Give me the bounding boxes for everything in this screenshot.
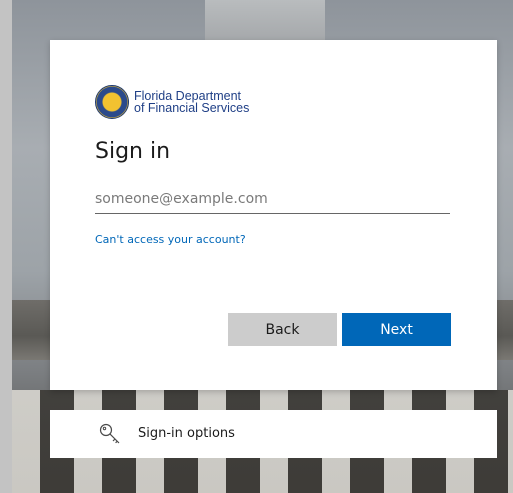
organization-logo: Florida Department of Financial Services [95, 85, 249, 119]
key-icon [99, 423, 120, 444]
logo-text: Florida Department of Financial Services [134, 90, 250, 115]
logo-line-2: of Financial Services [134, 101, 250, 115]
cant-access-account-link[interactable]: Can't access your account? [95, 233, 246, 246]
page-title: Sign in [95, 139, 171, 164]
signin-options-label: Sign-in options [138, 426, 235, 441]
next-button[interactable]: Next [342, 313, 451, 346]
signin-card: Florida Department of Financial Services… [50, 40, 497, 390]
state-seal-icon [95, 85, 129, 119]
signin-options-button[interactable]: Sign-in options [50, 410, 497, 458]
email-field[interactable] [95, 184, 450, 214]
back-button[interactable]: Back [228, 313, 337, 346]
background-left-edge [0, 0, 12, 493]
